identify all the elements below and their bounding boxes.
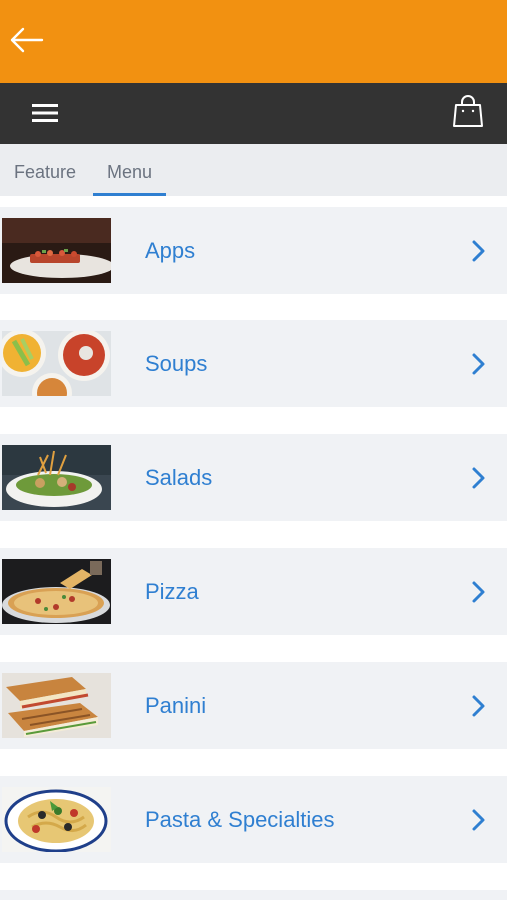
menu-item-salads[interactable]: Salads (0, 434, 507, 521)
pasta-plate-image (2, 787, 111, 852)
menu-item-panini[interactable]: Panini (0, 662, 507, 749)
chevron-right-icon (470, 808, 488, 832)
soup-bowls-image (2, 331, 111, 396)
appetizer-plate-image (2, 218, 111, 283)
chevron-right-icon (470, 239, 488, 263)
menu-item-pizza[interactable]: Pizza (0, 548, 507, 635)
menu-item-label: Pizza (145, 579, 199, 604)
tab-menu[interactable]: Menu (93, 144, 166, 196)
tab-menu-label: Menu (106, 162, 153, 182)
chevron-right-icon (470, 466, 488, 490)
hamburger-menu-icon[interactable] (30, 100, 60, 126)
back-arrow-icon[interactable] (6, 22, 46, 58)
menu-item-label: Panini (145, 693, 207, 718)
chevron-right-icon (470, 580, 488, 604)
panini-sandwich-image (2, 673, 111, 738)
menu-item-pasta-specialties[interactable]: Pasta & Specialties (0, 776, 507, 863)
menu-category-list: Apps Soups Salads Pizza Panini Pasta & S… (0, 196, 507, 900)
tab-feature[interactable]: Feature (14, 144, 76, 196)
menu-item-apps[interactable]: Apps (0, 207, 507, 294)
pizza-image (2, 559, 111, 624)
chevron-right-icon (470, 352, 488, 376)
salad-bowl-image (2, 445, 111, 510)
app-header (0, 0, 507, 83)
shopping-bag-icon[interactable] (452, 95, 484, 129)
chevron-right-icon (470, 694, 488, 718)
menu-item-soups[interactable]: Soups (0, 320, 507, 407)
navigation-bar (0, 83, 507, 144)
menu-item-partial[interactable] (0, 890, 507, 900)
menu-item-label: Salads (145, 465, 213, 490)
menu-item-label: Apps (145, 238, 196, 263)
menu-item-label: Pasta & Specialties (145, 807, 335, 832)
menu-item-label: Soups (145, 351, 208, 376)
tab-bar: Feature Menu (0, 144, 507, 196)
